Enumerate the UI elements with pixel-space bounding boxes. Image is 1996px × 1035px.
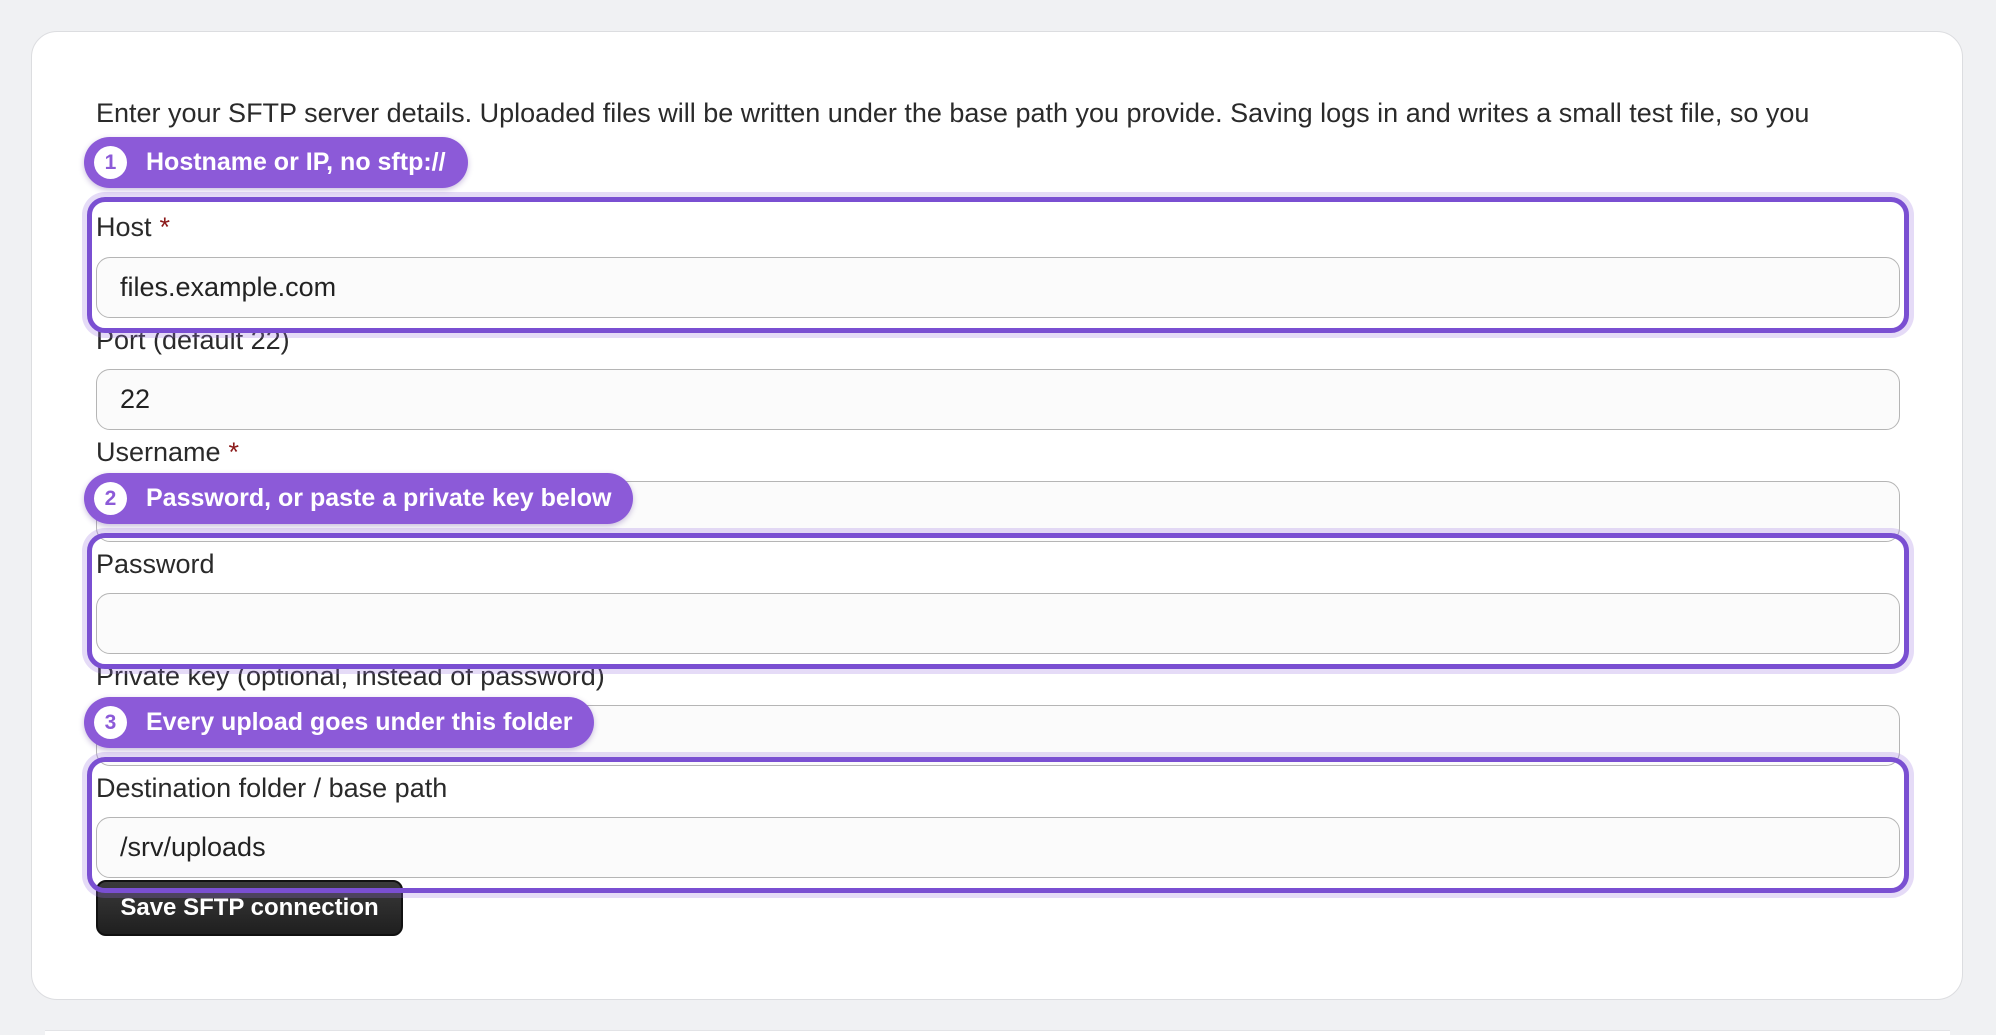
callout-number: 1	[94, 146, 127, 179]
password-input[interactable]	[96, 593, 1900, 654]
port-input[interactable]: 22	[96, 369, 1900, 430]
intro-text: Enter your SFTP server details. Uploaded…	[96, 98, 1810, 128]
callout-host: 1 Hostname or IP, no sftp://	[84, 137, 468, 188]
private-key-label: Private key (optional, instead of passwo…	[96, 661, 605, 691]
callout-number: 3	[94, 706, 127, 739]
save-sftp-button[interactable]: Save SFTP connection	[96, 880, 403, 936]
callout-text: Password, or paste a private key below	[146, 484, 612, 512]
required-mark: *	[159, 212, 171, 242]
username-label-text: Username	[96, 437, 221, 467]
callout-text: Every upload goes under this folder	[146, 708, 573, 736]
callout-base-path: 3 Every upload goes under this folder	[84, 697, 595, 748]
password-label: Password	[96, 549, 215, 579]
next-card-edge	[45, 1030, 1950, 1035]
base-path-label: Destination folder / base path	[96, 773, 448, 803]
host-label: Host *	[96, 211, 170, 243]
base-path-input[interactable]: /srv/uploads	[96, 817, 1900, 878]
callout-password: 2 Password, or paste a private key below	[84, 473, 634, 524]
host-label-text: Host	[96, 212, 152, 242]
port-label: Port (default 22)	[96, 325, 290, 355]
required-mark: *	[228, 437, 240, 467]
username-label: Username *	[96, 436, 239, 468]
callout-text: Hostname or IP, no sftp://	[146, 148, 446, 176]
callout-number: 2	[94, 482, 127, 515]
host-input[interactable]: files.example.com	[96, 257, 1900, 318]
